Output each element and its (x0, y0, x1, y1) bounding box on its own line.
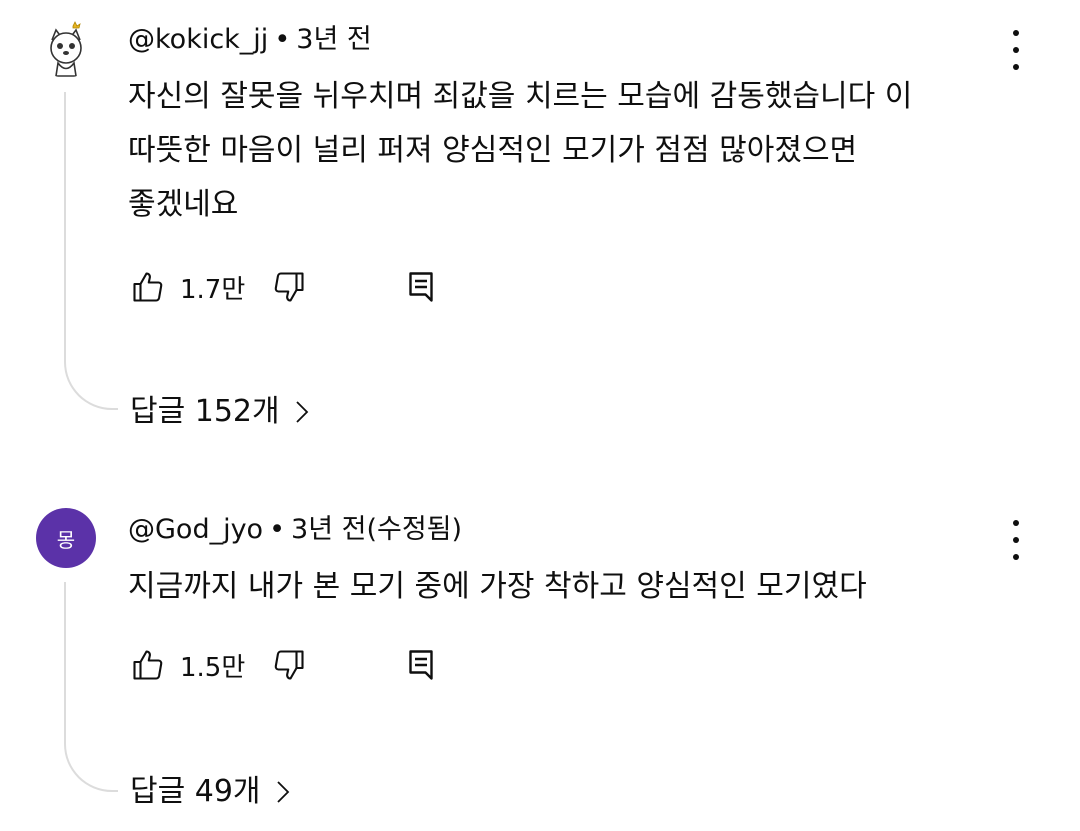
comment-time: 3년 전 (296, 24, 372, 55)
more-vertical-icon (1013, 520, 1019, 526)
view-replies-link[interactable]: 답글 152개 (130, 392, 310, 432)
like-count: 1.5만 (180, 652, 246, 683)
comment-body: 자신의 잘못을 뉘우치며 죄값을 치르는 모습에 감동했습니다 이 따뜻한 마음… (128, 70, 1028, 232)
author-handle[interactable]: @God_jyo (128, 514, 263, 545)
comment-thread: @kokick_jj • 3년 전 자신의 잘못을 뉘우치며 죄값을 치르는 모습에… (0, 0, 1080, 460)
comment-icon (409, 272, 433, 302)
avatar[interactable] (36, 18, 96, 78)
more-vertical-icon (1013, 30, 1019, 36)
comment-header: @God_jyo • 3년 전(수정됨) (128, 512, 462, 548)
comment-body-line: 좋겠네요 (128, 187, 239, 222)
dislike-button[interactable] (269, 267, 309, 307)
cartoon-cat-icon (50, 21, 82, 77)
replies-label: 답글 152개 (130, 394, 280, 429)
view-replies-link[interactable]: 답글 49개 (130, 772, 291, 812)
comment-thread: 몽 @God_jyo • 3년 전(수정됨) 지금까지 내가 본 모기 중에 가장 … (0, 490, 1080, 831)
author-handle[interactable]: @kokick_jj (128, 24, 268, 55)
more-options-button[interactable] (1004, 30, 1028, 70)
reply-button[interactable] (401, 645, 441, 685)
comment-body-line: 지금까지 내가 본 모기 중에 가장 착하고 양심적인 모기였다 (128, 569, 867, 604)
comment-header: @kokick_jj • 3년 전 (128, 22, 372, 58)
avatar[interactable]: 몽 (36, 508, 96, 568)
separator-dot: • (269, 514, 286, 545)
reply-button[interactable] (401, 267, 441, 307)
separator-dot: • (274, 24, 291, 55)
avatar-letter: 몽 (56, 527, 76, 552)
comment-body-line: 자신의 잘못을 뉘우치며 죄값을 치르는 모습에 감동했습니다 이 (128, 79, 913, 114)
more-options-button[interactable] (1004, 520, 1028, 560)
thumbs-up-icon (133, 650, 163, 680)
comment-actions: 1.5만 (128, 644, 441, 686)
like-button[interactable] (128, 645, 168, 685)
replies-label: 답글 49개 (130, 774, 261, 809)
thread-line (64, 92, 118, 410)
thumbs-down-icon (274, 272, 304, 302)
comment-actions: 1.7만 (128, 266, 441, 308)
chevron-right-icon (294, 399, 310, 425)
comment-icon (409, 650, 433, 680)
like-button[interactable] (128, 267, 168, 307)
comment-time: 3년 전(수정됨) (291, 514, 463, 545)
comment-body-line: 따뜻한 마음이 널리 퍼져 양심적인 모기가 점점 많아졌으면 (128, 133, 858, 168)
like-count: 1.7만 (180, 274, 246, 305)
thumbs-up-icon (133, 272, 163, 302)
dislike-button[interactable] (269, 645, 309, 685)
thumbs-down-icon (274, 650, 304, 680)
chevron-right-icon (275, 779, 291, 805)
thread-line (64, 582, 118, 792)
comment-body: 지금까지 내가 본 모기 중에 가장 착하고 양심적인 모기였다 (128, 560, 1028, 614)
